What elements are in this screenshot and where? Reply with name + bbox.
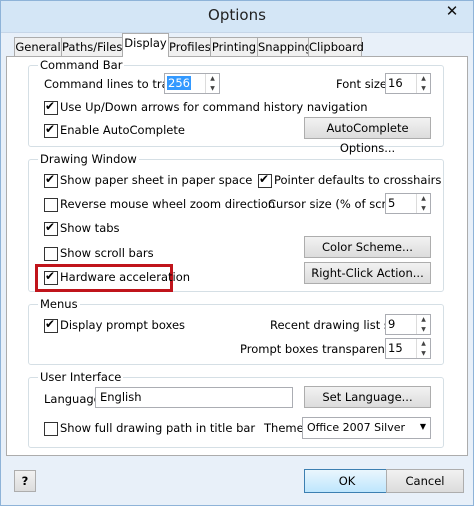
command-lines-spinner[interactable]: 256 ▲ ▼ [164,73,220,94]
full-path-checkbox[interactable] [44,422,58,436]
set-language-button[interactable]: Set Language... [304,386,431,408]
spin-up-icon[interactable]: ▲ [417,315,430,325]
updown-label: Use Up/Down arrows for command history n… [60,100,368,114]
transparency-value[interactable]: 15 [388,341,403,355]
autocomplete-label: Enable AutoComplete [60,123,185,137]
check-icon: ✔ [45,172,56,186]
check-icon: ✔ [45,122,56,136]
scroll-bars-label: Show scroll bars [60,246,154,260]
cancel-button[interactable]: Cancel [386,469,464,493]
paper-sheet-label: Show paper sheet in paper space [60,173,253,187]
autocomplete-options-button[interactable]: AutoComplete Options... [304,117,431,155]
prompt-boxes-label: Display prompt boxes [60,318,186,332]
autocomplete-checkbox[interactable]: ✔ [44,122,58,138]
theme-label: Theme [264,421,304,435]
theme-value: Office 2007 Silver [307,421,405,434]
spin-down-icon[interactable]: ▼ [417,204,430,214]
recent-list-spinner[interactable]: 9 ▲ ▼ [385,314,431,335]
font-size-spinner[interactable]: 16 ▲ ▼ [385,73,431,94]
spin-up-icon[interactable]: ▲ [417,194,430,204]
tab-snapping[interactable]: Snapping [257,37,312,56]
paper-sheet-checkbox[interactable]: ✔ [44,172,58,188]
font-size-label: Font size: [336,77,391,91]
chevron-down-icon[interactable]: ▼ [420,422,426,431]
tab-clipboard[interactable]: Clipboard [308,37,364,56]
drawing-window-title: Drawing Window [38,152,139,166]
cursor-size-spinner[interactable]: 5 ▲ ▼ [385,193,431,214]
check-icon: ✔ [45,99,56,113]
reverse-wheel-checkbox[interactable] [44,198,58,212]
help-button[interactable]: ? [14,470,36,492]
command-lines-value[interactable]: 256 [167,76,191,90]
check-icon: ✔ [45,220,56,234]
language-value: English [100,390,142,404]
spin-down-icon[interactable]: ▼ [417,349,430,359]
tab-paths-files[interactable]: Paths/Files [61,37,123,56]
prompt-boxes-checkbox[interactable]: ✔ [44,317,58,333]
tab-printing[interactable]: Printing [210,37,258,56]
show-tabs-checkbox[interactable]: ✔ [44,220,58,236]
font-size-value[interactable]: 16 [388,76,403,90]
spin-up-icon[interactable]: ▲ [417,339,430,349]
recent-list-value[interactable]: 9 [388,317,395,331]
reverse-wheel-label: Reverse mouse wheel zoom direction [60,197,276,211]
full-path-label: Show full drawing path in title bar [60,421,256,435]
tab-profiles[interactable]: Profiles [168,37,211,56]
language-field[interactable]: English [95,387,293,408]
scroll-bars-checkbox[interactable] [44,247,58,261]
spin-down-icon[interactable]: ▼ [417,84,430,94]
transparency-spinner[interactable]: 15 ▲ ▼ [385,338,431,359]
right-click-action-button[interactable]: Right-Click Action... [304,262,431,284]
color-scheme-button[interactable]: Color Scheme... [304,236,431,258]
pointer-crosshair-label: Pointer defaults to crosshairs [274,173,442,187]
hardware-acceleration-checkbox[interactable]: ✔ [44,269,58,285]
check-icon: ✔ [45,269,56,283]
command-bar-title: Command Bar [38,58,125,72]
tab-display[interactable]: Display [122,33,169,57]
pointer-crosshair-checkbox[interactable]: ✔ [258,172,272,188]
spin-down-icon[interactable]: ▼ [206,84,219,94]
close-icon[interactable]: ✕ [432,0,472,22]
user-interface-title: User Interface [38,370,124,384]
spin-up-icon[interactable]: ▲ [206,74,219,84]
menus-title: Menus [38,297,80,311]
updown-checkbox[interactable]: ✔ [44,99,58,115]
language-label: Language [44,392,101,406]
spin-down-icon[interactable]: ▼ [417,325,430,335]
cursor-size-value[interactable]: 5 [388,196,395,210]
ok-button[interactable]: OK [304,469,390,493]
tab-general[interactable]: General [14,37,62,56]
hardware-acceleration-label: Hardware acceleration [60,270,191,284]
check-icon: ✔ [45,317,56,331]
window-title: Options [208,6,266,24]
theme-select[interactable]: Office 2007 Silver ▼ [302,417,431,439]
show-tabs-label: Show tabs [60,221,120,235]
spin-up-icon[interactable]: ▲ [417,74,430,84]
check-icon: ✔ [259,172,270,186]
